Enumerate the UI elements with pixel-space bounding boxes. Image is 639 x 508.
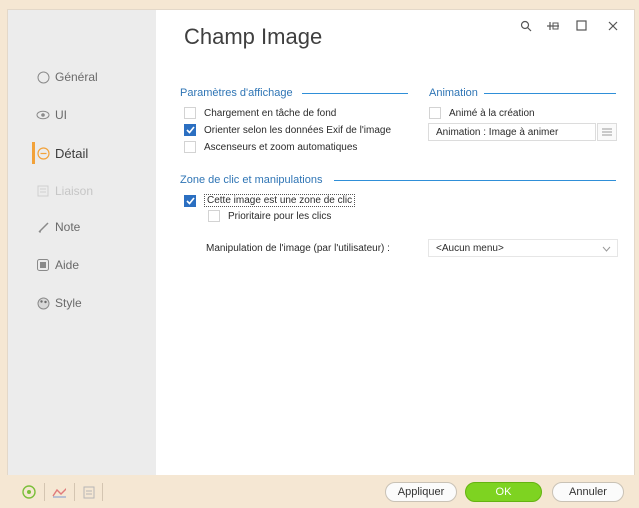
sidebar-item-label: Note: [55, 220, 81, 234]
option-exif-orientation[interactable]: Orienter selon les données Exif de l'ima…: [184, 124, 391, 136]
option-background-loading[interactable]: Chargement en tâche de fond: [184, 107, 336, 119]
divider: [74, 483, 75, 501]
manipulation-label-text: Manipulation de l'image (par l'utilisate…: [206, 243, 390, 254]
sidebar-item-detail[interactable]: Détail: [36, 142, 88, 164]
help-icon: [36, 258, 50, 272]
option-click-zone[interactable]: Cette image est une zone de clic: [184, 194, 356, 207]
sidebar-item-label: Détail: [55, 145, 89, 161]
sidebar-item-label: UI: [55, 108, 67, 122]
sidebar-item-label: Liaison: [55, 184, 94, 198]
animation-title: Animation: [429, 87, 478, 99]
close-icon[interactable]: [608, 20, 618, 34]
settings-icon: [601, 123, 613, 141]
link-icon: [36, 184, 50, 198]
sidebar-item-label: Général: [55, 70, 98, 84]
help-circle-icon[interactable]: [22, 485, 36, 499]
apply-button[interactable]: Appliquer: [385, 482, 457, 502]
checkbox[interactable]: [208, 210, 220, 222]
dialog-window: Général UI Détail Liaison Note Aide Styl…: [7, 9, 635, 477]
animation-select-value: Animation : Image à animer: [436, 126, 559, 138]
checkbox-checked[interactable]: [184, 194, 196, 207]
option-priority-clicks[interactable]: Prioritaire pour les clics: [208, 210, 331, 222]
sidebar-item-aide[interactable]: Aide: [36, 254, 79, 276]
detail-icon: [36, 146, 50, 160]
sidebar-item-label: Style: [55, 296, 82, 310]
section-divider: [302, 93, 408, 94]
manipulation-select-value: <Aucun menu>: [436, 242, 504, 254]
option-label: Orienter selon les données Exif de l'ima…: [204, 124, 392, 136]
sidebar-item-note[interactable]: Note: [36, 216, 80, 238]
checkbox[interactable]: [184, 107, 196, 119]
manipulation-select[interactable]: <Aucun menu>: [428, 239, 618, 257]
section-divider: [334, 180, 616, 181]
chevron-down-icon: [602, 244, 611, 255]
cancel-button[interactable]: Annuler: [552, 482, 624, 502]
document-icon[interactable]: [82, 485, 96, 499]
pencil-icon: [36, 220, 50, 234]
option-label: Prioritaire pour les clics: [228, 210, 332, 222]
ok-button[interactable]: OK: [465, 482, 542, 502]
sidebar-item-general[interactable]: Général: [36, 66, 98, 88]
chart-icon[interactable]: [52, 485, 66, 499]
circle-icon: [36, 70, 50, 84]
checkbox-checked[interactable]: [184, 124, 196, 136]
option-animated-on-create[interactable]: Animé à la création: [429, 107, 535, 119]
display-params-title: Paramètres d'affichage: [180, 87, 293, 99]
sidebar-item-style[interactable]: Style: [36, 292, 82, 314]
pin-icon[interactable]: [546, 20, 560, 35]
click-zone-title: Zone de clic et manipulations: [180, 174, 323, 186]
maximize-icon[interactable]: [576, 20, 587, 34]
manipulation-label: Manipulation de l'image (par l'utilisate…: [206, 243, 390, 254]
palette-icon: [36, 296, 50, 310]
divider: [102, 483, 103, 501]
page-title: Champ Image: [184, 24, 323, 49]
footer-bar: Appliquer OK Annuler: [0, 475, 639, 508]
option-label: Chargement en tâche de fond: [204, 107, 337, 119]
sidebar: Général UI Détail Liaison Note Aide Styl…: [8, 10, 156, 476]
checkbox[interactable]: [184, 141, 196, 153]
search-icon[interactable]: [520, 20, 532, 35]
option-auto-scroll-zoom[interactable]: Ascenseurs et zoom automatiques: [184, 141, 357, 153]
divider: [44, 483, 45, 501]
option-label: Ascenseurs et zoom automatiques: [204, 141, 358, 153]
eye-icon: [36, 108, 50, 122]
animation-select[interactable]: Animation : Image à animer: [428, 123, 596, 141]
active-indicator: [32, 142, 35, 164]
checkbox[interactable]: [429, 107, 441, 119]
sidebar-item-label: Aide: [55, 258, 80, 272]
section-divider: [484, 93, 616, 94]
animation-settings-button[interactable]: [597, 123, 617, 141]
sidebar-item-liaison: Liaison: [36, 180, 93, 202]
sidebar-item-ui[interactable]: UI: [36, 104, 67, 126]
option-label: Animé à la création: [449, 107, 535, 119]
option-label: Cette image est une zone de clic: [204, 194, 356, 207]
